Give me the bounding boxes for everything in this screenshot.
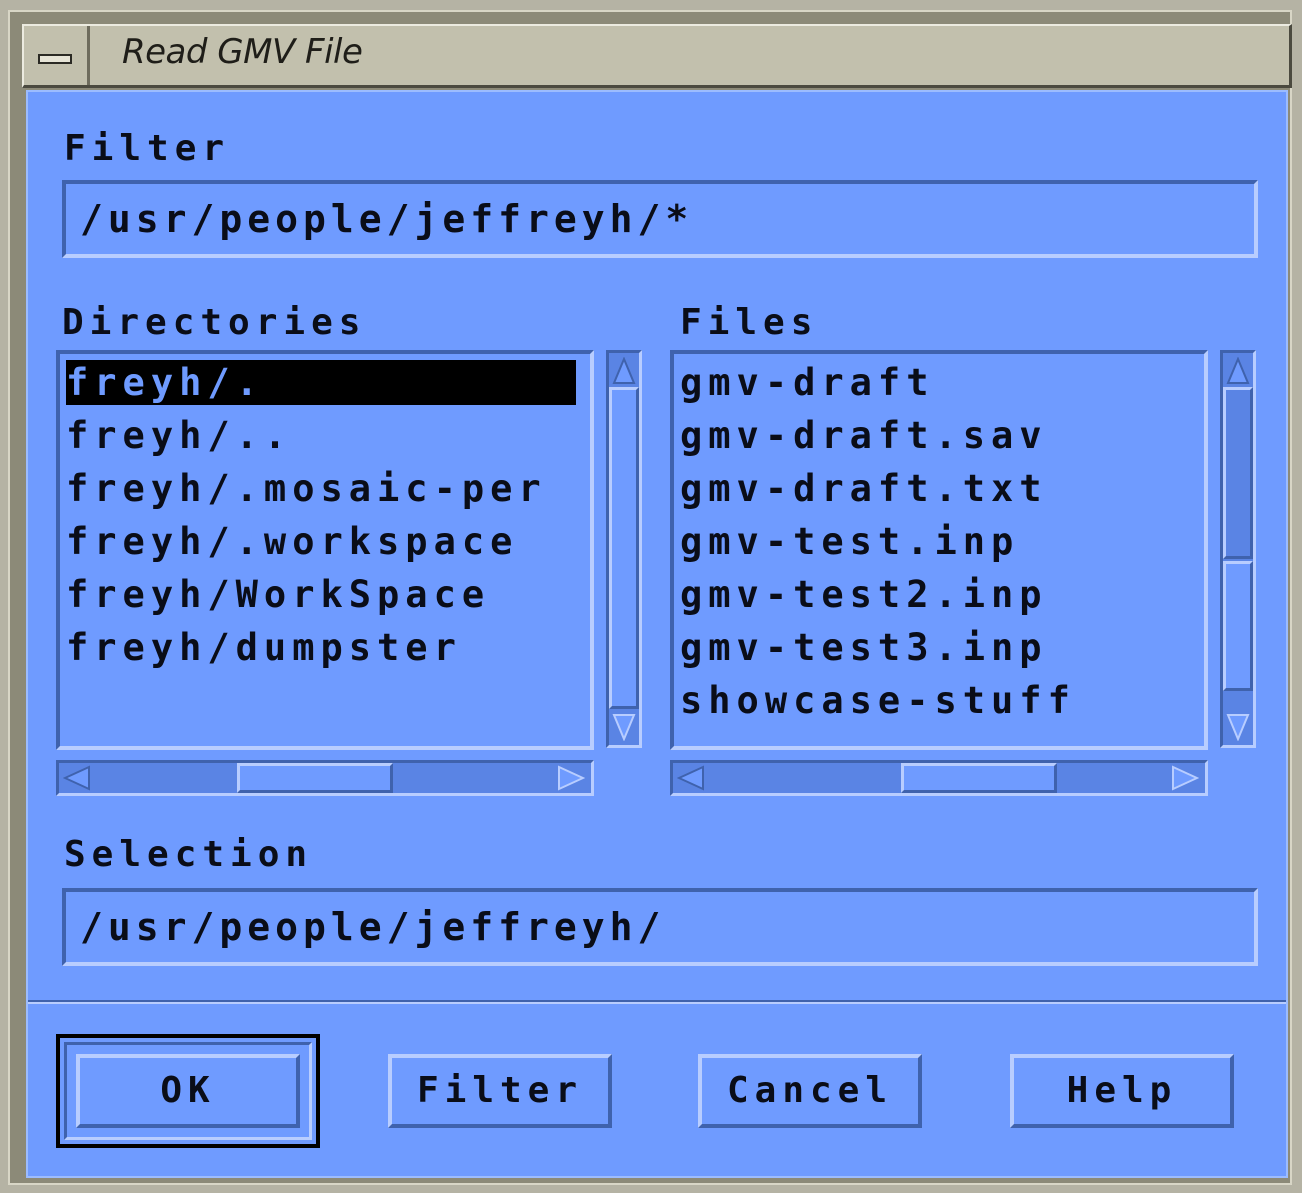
files-list[interactable]: gmv-draft gmv-draft.sav gmv-draft.txt gmv-t… [670,350,1208,750]
window-menu-button[interactable] [24,26,90,85]
arrow-up-icon[interactable] [1226,357,1250,385]
files-hscrollbar[interactable] [670,760,1208,796]
directories-label: Directories [62,302,367,343]
directories-list[interactable]: freyh/. freyh/.. freyh/.mosaic-per freyh/.w… [56,350,594,750]
file-list-item[interactable]: gmv-draft.sav [680,413,1048,458]
arrow-up-icon[interactable] [612,357,636,385]
arrow-left-icon[interactable] [63,765,91,791]
file-list-item[interactable]: showcase-stuff [680,678,1076,723]
directory-list-item[interactable]: freyh/.mosaic-per [66,466,547,511]
window-title: Read GMV File [122,32,363,72]
directories-vscrollbar[interactable] [606,350,642,748]
file-list-item[interactable]: gmv-test.inp [680,519,1019,564]
arrow-right-icon[interactable] [1171,765,1199,791]
filter-label: Filter [64,128,231,169]
file-dialog: Filter /usr/people/jeffreyh/* Directorie… [26,90,1288,1178]
directory-list-item[interactable]: freyh/dumpster [66,625,462,670]
arrow-down-icon[interactable] [612,713,636,741]
ok-button[interactable]: OK [76,1054,300,1128]
directory-list-item[interactable]: freyh/. [66,360,576,405]
directories-hscrollbar[interactable] [56,760,594,796]
help-button[interactable]: Help [1010,1054,1234,1128]
files-vscroll-thumb[interactable] [1223,561,1253,691]
file-list-item[interactable]: gmv-test2.inp [680,572,1048,617]
file-list-item[interactable]: gmv-test3.inp [680,625,1048,670]
files-vscroll-trough-upper[interactable] [1223,387,1253,559]
selection-label: Selection [64,834,314,875]
window-menu-icon [38,54,72,64]
selection-input[interactable]: /usr/people/jeffreyh/ [62,888,1258,966]
files-vscrollbar[interactable] [1220,350,1256,748]
title-bar[interactable]: Read GMV File [22,24,1292,88]
files-label: Files [680,302,819,343]
directories-vscroll-thumb[interactable] [609,387,639,709]
arrow-down-icon[interactable] [1226,713,1250,741]
directories-hscroll-thumb[interactable] [237,763,393,793]
directory-list-item[interactable]: freyh/WorkSpace [66,572,490,617]
file-list-item[interactable]: gmv-draft.txt [680,466,1048,511]
file-list-item[interactable]: gmv-draft [680,360,934,405]
filter-button[interactable]: Filter [388,1054,612,1128]
directory-list-item[interactable]: freyh/.. [66,413,292,458]
separator [28,1000,1286,1004]
directory-list-item[interactable]: freyh/.workspace [66,519,518,564]
arrow-left-icon[interactable] [677,765,705,791]
files-hscroll-thumb[interactable] [901,763,1057,793]
cancel-button[interactable]: Cancel [698,1054,922,1128]
arrow-right-icon[interactable] [557,765,585,791]
filter-input[interactable]: /usr/people/jeffreyh/* [62,180,1258,258]
